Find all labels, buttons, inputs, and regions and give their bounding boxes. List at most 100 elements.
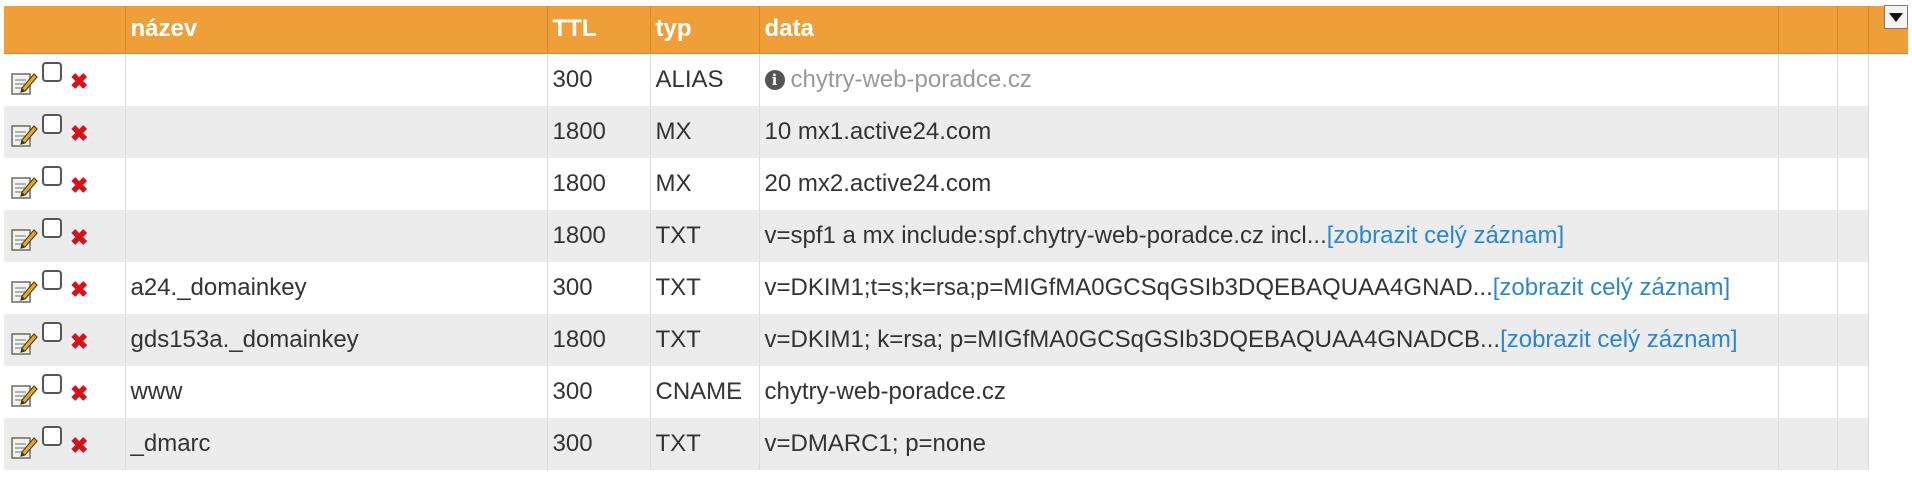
record-data: 10 mx1.active24.com <box>764 117 992 145</box>
cell-data: v=DKIM1; k=rsa; p=MIGfMA0GCSqGSIb3DQEBAQ… <box>758 313 1778 366</box>
table-row: ✖ a24._domainkey 300 TXT v=DKIM1;t=s;k=r… <box>4 261 1908 314</box>
cell-type: TXT <box>649 417 759 470</box>
row-select-checkbox[interactable] <box>42 113 62 134</box>
delete-x-icon[interactable]: ✖ <box>70 225 88 251</box>
header-extra-1 <box>1777 6 1837 54</box>
cell-data: v=DMARC1; p=none <box>758 417 1778 470</box>
record-data: v=DMARC1; p=none <box>764 429 986 457</box>
record-type: TXT <box>655 221 701 249</box>
record-type: TXT <box>655 429 701 457</box>
record-type: TXT <box>655 325 701 353</box>
edit-pencil-icon[interactable] <box>10 120 38 148</box>
cell-ttl: 1800 <box>546 157 650 210</box>
cell-extra-2 <box>1836 365 1868 418</box>
delete-x-icon[interactable]: ✖ <box>70 173 88 199</box>
header-name[interactable]: název <box>124 6 547 54</box>
cell-extra-2 <box>1836 261 1868 314</box>
columns-menu-button[interactable] <box>1884 5 1908 29</box>
cell-ttl: 1800 <box>546 209 650 262</box>
cell-extra-3 <box>1867 105 1908 158</box>
edit-pencil-icon[interactable] <box>10 68 38 96</box>
cell-type: CNAME <box>649 365 759 418</box>
row-select-checkbox[interactable] <box>42 425 62 446</box>
record-ttl: 1800 <box>552 117 606 145</box>
edit-pencil-icon[interactable] <box>10 224 38 252</box>
cell-type: TXT <box>649 261 759 314</box>
cell-extra-2 <box>1836 157 1868 210</box>
row-select-checkbox[interactable] <box>42 165 62 186</box>
row-select-checkbox[interactable] <box>42 373 62 394</box>
delete-x-icon[interactable]: ✖ <box>70 277 88 303</box>
record-ttl: 300 <box>552 429 593 457</box>
delete-x-icon[interactable]: ✖ <box>70 381 88 407</box>
header-data[interactable]: data <box>758 6 1778 54</box>
edit-pencil-icon[interactable] <box>10 432 38 460</box>
delete-x-icon[interactable]: ✖ <box>70 121 88 147</box>
info-icon[interactable]: i <box>764 70 785 91</box>
record-ttl: 300 <box>552 65 593 93</box>
record-ttl: 1800 <box>552 325 606 353</box>
cell-extra-3 <box>1867 313 1908 366</box>
record-data: v=spf1 a mx include:spf.chytry-web-porad… <box>764 221 1327 249</box>
cell-extra-1 <box>1777 313 1837 366</box>
row-select-checkbox[interactable] <box>42 269 62 290</box>
cell-extra-3 <box>1867 209 1908 262</box>
header-extra-2 <box>1836 6 1868 54</box>
row-select-checkbox[interactable] <box>42 321 62 342</box>
cell-extra-2 <box>1836 313 1868 366</box>
delete-x-icon[interactable]: ✖ <box>70 329 88 355</box>
edit-pencil-icon[interactable] <box>10 276 38 304</box>
cell-name <box>124 209 547 262</box>
cell-name <box>124 105 547 158</box>
row-actions: ✖ <box>4 210 125 262</box>
edit-pencil-icon[interactable] <box>10 328 38 356</box>
header-type[interactable]: typ <box>649 6 759 54</box>
cell-extra-2 <box>1836 417 1868 470</box>
cell-type: MX <box>649 157 759 210</box>
delete-x-icon[interactable]: ✖ <box>70 69 88 95</box>
delete-x-icon[interactable]: ✖ <box>70 433 88 459</box>
cell-data: 20 mx2.active24.com <box>758 157 1778 210</box>
cell-data: v=DKIM1;t=s;k=rsa;p=MIGfMA0GCSqGSIb3DQEB… <box>758 261 1778 314</box>
cell-extra-3 <box>1867 417 1908 470</box>
header-ttl[interactable]: TTL <box>546 6 650 54</box>
row-actions: ✖ <box>4 53 125 106</box>
show-full-record-link[interactable]: [zobrazit celý záznam] <box>1493 274 1730 301</box>
cell-extra-3 <box>1867 365 1908 418</box>
cell-data: 10 mx1.active24.com <box>758 105 1778 158</box>
cell-data: v=spf1 a mx include:spf.chytry-web-porad… <box>758 209 1778 262</box>
cell-extra-3 <box>1867 157 1908 210</box>
record-ttl: 1800 <box>552 169 606 197</box>
table-row: ✖ _dmarc 300 TXT v=DMARC1; p=none <box>4 417 1908 470</box>
show-full-record-link[interactable]: [zobrazit celý záznam] <box>1327 222 1564 249</box>
show-full-record-link[interactable]: [zobrazit celý záznam] <box>1500 326 1737 353</box>
table-row: ✖ www 300 CNAME chytry-web-poradce.cz <box>4 365 1908 418</box>
table-row: ✖ 1800 MX 20 mx2.active24.com <box>4 157 1908 210</box>
row-select-checkbox[interactable] <box>42 61 62 82</box>
row-select-checkbox[interactable] <box>42 217 62 238</box>
table-header: název TTL typ data <box>4 6 1908 54</box>
cell-extra-3 <box>1867 261 1908 314</box>
table-row: ✖ 1800 TXT v=spf1 a mx include:spf.chytr… <box>4 209 1908 262</box>
record-data: chytry-web-poradce.cz <box>790 65 1032 93</box>
record-type: MX <box>655 117 692 145</box>
record-name: a24._domainkey <box>130 273 307 301</box>
header-actions <box>4 6 125 54</box>
edit-pencil-icon[interactable] <box>10 380 38 408</box>
record-data: 20 mx2.active24.com <box>764 169 992 197</box>
table-row: ✖ gds153a._domainkey 1800 TXT v=DKIM1; k… <box>4 313 1908 366</box>
cell-ttl: 300 <box>546 261 650 314</box>
row-actions: ✖ <box>4 366 125 418</box>
record-ttl: 300 <box>552 377 593 405</box>
cell-ttl: 300 <box>546 365 650 418</box>
edit-pencil-icon[interactable] <box>10 172 38 200</box>
cell-type: TXT <box>649 313 759 366</box>
record-data: v=DKIM1;t=s;k=rsa;p=MIGfMA0GCSqGSIb3DQEB… <box>764 273 1493 301</box>
cell-data: i chytry-web-poradce.cz <box>758 53 1778 106</box>
cell-extra-1 <box>1777 417 1837 470</box>
cell-name: a24._domainkey <box>124 261 547 314</box>
record-type: MX <box>655 169 692 197</box>
cell-name: _dmarc <box>124 417 547 470</box>
cell-name: www <box>124 365 547 418</box>
row-actions: ✖ <box>4 262 125 314</box>
